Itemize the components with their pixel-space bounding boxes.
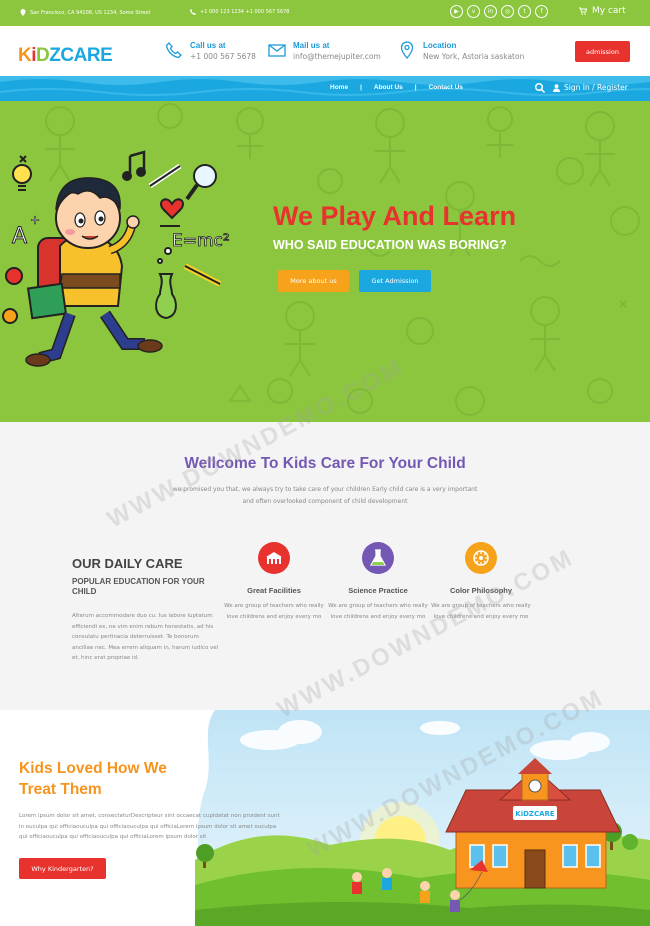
feature-text: We are group of teachers who really love… [431, 603, 531, 620]
svg-text:E=mc²: E=mc² [172, 231, 230, 251]
mail-title: Mail us at [293, 41, 330, 50]
kids-loved-section: KiDZCARE Kids Loved How We Treat Them Lo… [0, 710, 650, 926]
feature-card: Science Practice We are group of teacher… [326, 542, 430, 623]
svg-text:+: + [30, 213, 40, 227]
header-mail: Mail us at info@themejupiter.com [268, 41, 381, 61]
kids-loved-title: Kids Loved How We Treat Them [19, 760, 167, 798]
search-icon[interactable] [534, 82, 546, 94]
location-icon [400, 41, 414, 59]
daily-care-subtitle: POPULAR EDUCATION FOR YOUR CHILD [72, 577, 205, 596]
sign-in-link[interactable]: Sign In / Register [553, 83, 628, 92]
welcome-title: Wellcome To Kids Care For Your Child [184, 455, 466, 472]
nav-item-home[interactable]: Home [330, 84, 348, 91]
feature-title: Great Facilities [247, 586, 301, 595]
flask-icon [362, 542, 394, 574]
main-nav: Home | About Us | Contact Us Sign In / R… [0, 76, 650, 101]
location-value: New York, Astoria saskaton [423, 52, 525, 61]
logo-letter: C [60, 45, 74, 66]
top-address-text: San Francisco, CA 94108, US 1234, Some S… [30, 9, 151, 16]
map-pin-icon [20, 9, 26, 16]
nav-item-about[interactable]: About Us [374, 84, 403, 91]
mail-icon [268, 44, 286, 57]
youtube-icon[interactable]: ▶ [450, 5, 463, 18]
logo-letter: D [36, 45, 50, 66]
hero-title: We Play And Learn [273, 201, 517, 231]
welcome-section: Wellcome To Kids Care For Your Child we … [0, 422, 650, 710]
logo-letter: R [86, 45, 101, 66]
palette-icon [465, 542, 497, 574]
social-links: ▶ v in ◎ t f [450, 5, 548, 18]
top-bar: San Francisco, CA 94108, US 1234, Some S… [0, 0, 650, 30]
feature-text: We are group of teachers who really love… [328, 603, 428, 620]
site-header: KiDZCARE Call us at +1 000 567 5678 Mail… [0, 26, 650, 76]
nav-separator: | [360, 84, 362, 91]
nav-menu: Home | About Us | Contact Us [330, 84, 463, 91]
admission-button[interactable]: admission [575, 41, 630, 62]
sign-in-label: Sign In / Register [564, 83, 628, 92]
top-address: San Francisco, CA 94108, US 1234, Some S… [20, 9, 150, 16]
feature-text: We are group of teachers who really love… [224, 603, 324, 620]
logo-letter: E [100, 45, 113, 66]
daily-care-text: Alterum accommodare duo cu. Ius labore l… [72, 613, 219, 661]
vimeo-icon[interactable]: v [467, 5, 480, 18]
welcome-text: we promised you that, we always try to t… [172, 486, 478, 505]
header-call: Call us at +1 000 567 5678 [165, 41, 256, 61]
logo-letter: Z [49, 45, 61, 66]
feature-title: Color Philosophy [449, 586, 513, 595]
facebook-icon[interactable]: f [535, 5, 548, 18]
cart-label: My cart [592, 6, 626, 16]
linkedin-icon[interactable]: in [484, 5, 497, 18]
call-value: +1 000 567 5678 [190, 52, 256, 61]
cart-icon [579, 7, 587, 15]
school-icon [258, 542, 290, 574]
hero-subtitle: WHO SAID EDUCATION WAS BORING? [273, 238, 507, 252]
feature-card: Great Facilities We are group of teacher… [222, 542, 326, 623]
kid-illustration: A + E=mc² [2, 150, 230, 367]
phone-icon [165, 42, 182, 59]
phone-icon [190, 9, 196, 15]
kids-loved-text: Lorem ipsum dolor sit amet, consecteturD… [19, 813, 280, 840]
header-location: Location New York, Astoria saskaton [398, 41, 524, 61]
hero-banner: A + E=mc² We Play And Learn WHO SAID EDU… [0, 101, 650, 422]
logo-letter: A [73, 45, 88, 66]
daily-care-title: OUR DAILY CARE [72, 556, 183, 571]
why-kindergarten-button[interactable]: Why Kindergarten? [19, 858, 106, 879]
instagram-icon[interactable]: ◎ [501, 5, 514, 18]
feature-title: Science Practice [348, 586, 408, 595]
cart-link[interactable]: My cart [578, 6, 626, 16]
top-phones: +1 000 123 1234 +1 000 567 5678 [190, 9, 290, 15]
top-phones-text: +1 000 123 1234 +1 000 567 5678 [200, 9, 290, 15]
site-logo[interactable]: KiDZCARE [18, 45, 113, 67]
more-about-us-button[interactable]: More about us [278, 270, 349, 292]
location-title: Location [423, 41, 457, 50]
feature-card: Color Philosophy We are group of teacher… [429, 542, 533, 623]
nav-separator: | [414, 84, 417, 91]
nav-item-contact[interactable]: Contact Us [429, 84, 463, 91]
mail-value[interactable]: info@themejupiter.com [293, 52, 381, 61]
get-admission-button[interactable]: Get Admission [359, 270, 431, 292]
logo-letter: K [18, 45, 32, 66]
user-icon [553, 83, 560, 92]
school-sign-text: KiDZCARE [515, 810, 555, 818]
call-title: Call us at [190, 41, 226, 50]
svg-text:A: A [12, 224, 27, 249]
twitter-icon[interactable]: t [518, 5, 531, 18]
